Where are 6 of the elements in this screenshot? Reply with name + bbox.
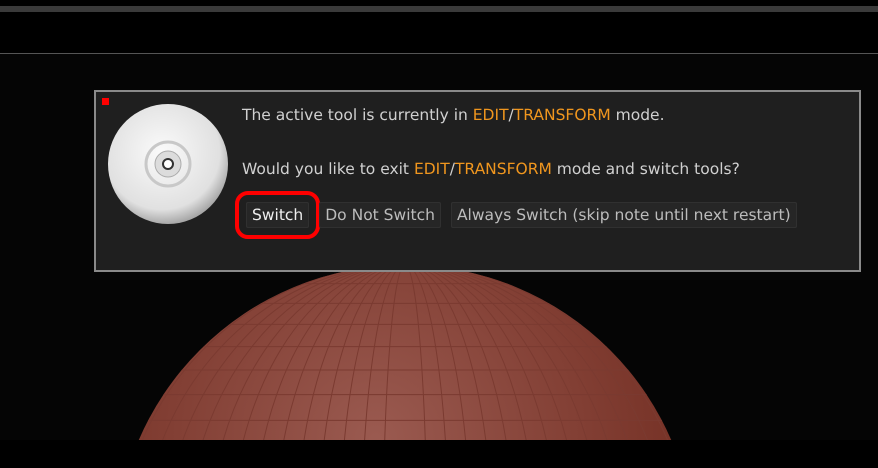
- do-not-switch-button[interactable]: Do Not Switch: [319, 202, 441, 228]
- message-text: The active tool is currently in EDIT/TRANSFORM mode.: [242, 106, 666, 126]
- tool-thumbnail-icon: [107, 103, 229, 225]
- status-icon: [102, 98, 109, 105]
- message-text: Would you like to exit EDIT/TRANSFORM mode and switch tools?: [242, 160, 741, 180]
- always-switch-button[interactable]: Always Switch (skip note until next restart): [450, 202, 797, 228]
